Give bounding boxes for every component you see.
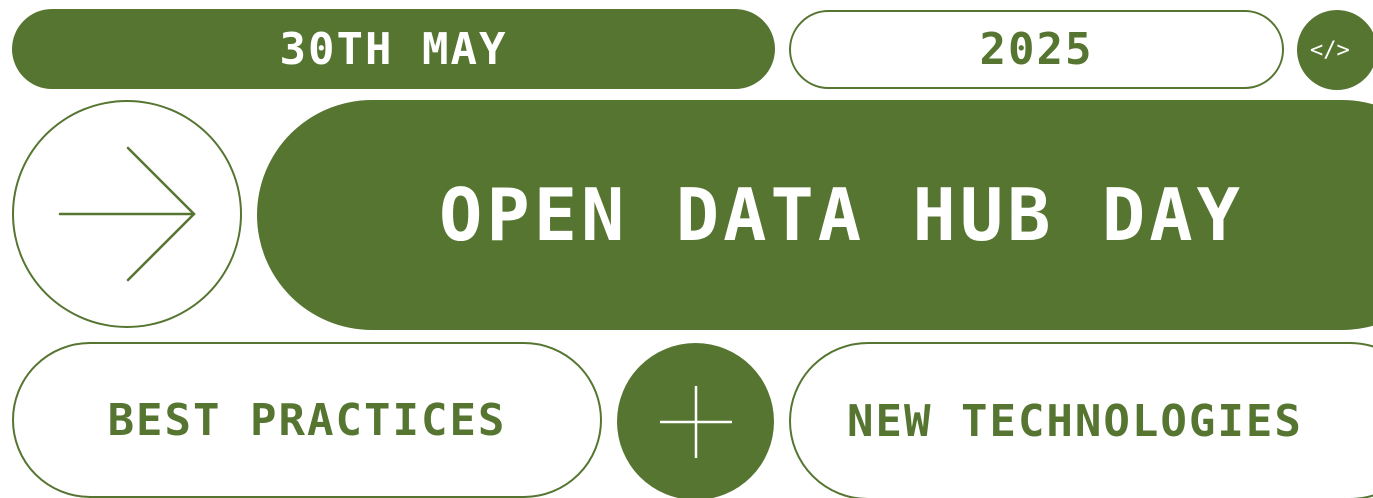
topic-pill-right: NEW TECHNOLOGIES (789, 342, 1373, 498)
plus-circle (617, 343, 774, 498)
topic-new-technologies: NEW TECHNOLOGIES (847, 395, 1303, 447)
date-pill: 30TH MAY (12, 9, 775, 89)
plus-icon (659, 385, 732, 458)
event-title: OPEN DATA HUB DAY (439, 173, 1244, 257)
arrow-right-icon (58, 146, 196, 282)
title-pill: OPEN DATA HUB DAY (257, 100, 1373, 330)
code-glyph: </> (1310, 37, 1350, 63)
topic-pill-left: BEST PRACTICES (12, 342, 602, 498)
event-banner: 30TH MAY 2025 </> OPEN DATA HUB DAY BEST… (0, 0, 1373, 498)
year-pill: 2025 (789, 10, 1284, 89)
event-year: 2025 (979, 24, 1094, 75)
code-brackets-icon: </> (1297, 10, 1373, 90)
arrow-circle (12, 100, 242, 328)
event-date: 30TH MAY (279, 23, 508, 75)
topic-best-practices: BEST PRACTICES (107, 394, 507, 446)
